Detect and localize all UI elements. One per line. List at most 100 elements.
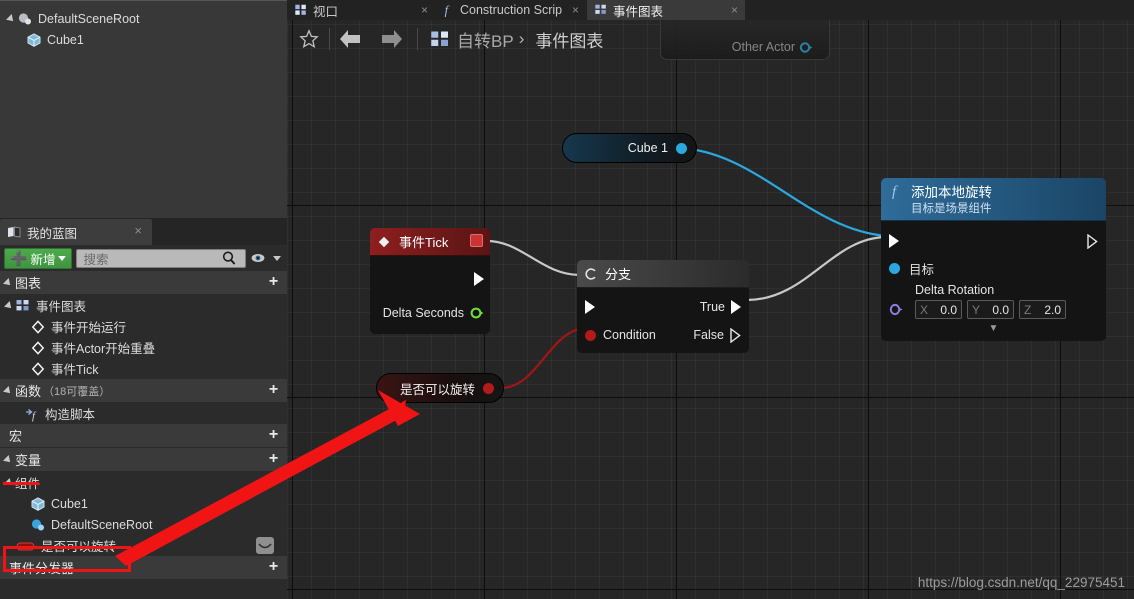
forward-arrow-icon[interactable] [375, 22, 409, 56]
exec-pin-icon[interactable] [730, 327, 741, 343]
function-icon: f [24, 406, 40, 422]
tab-label: Construction Scrip [460, 3, 563, 17]
axis-label: Y [972, 302, 981, 317]
rotator-pin-icon[interactable] [889, 302, 904, 317]
plus-icon: ➕ [10, 250, 28, 266]
pin-row-delta-seconds: Delta Seconds [370, 302, 490, 324]
my-blueprint-toolbar: ➕ 新增 搜索 [0, 245, 287, 271]
chevron-down-icon[interactable] [58, 255, 67, 261]
close-icon[interactable]: × [572, 3, 579, 17]
expand-triangle-icon[interactable] [3, 385, 13, 396]
section-header-functions[interactable]: 函数 （18可覆盖） + [0, 379, 287, 403]
add-event-dispatcher-button[interactable]: + [266, 559, 281, 575]
stop-button-icon[interactable] [470, 234, 483, 247]
pin-row-condition-false: Condition False [577, 324, 749, 346]
favorite-star-icon[interactable] [292, 22, 326, 56]
rotation-y-field[interactable]: Y 0.0 [967, 300, 1014, 319]
search-icon [221, 250, 237, 266]
tab-my-blueprint[interactable]: 我的蓝图 × [0, 219, 152, 245]
exec-pin-icon[interactable] [731, 300, 741, 314]
exec-pin-icon[interactable] [889, 234, 899, 248]
exec-pin-icon[interactable] [474, 272, 484, 286]
list-item-event-begin-play[interactable]: 事件开始运行 [0, 316, 287, 337]
node-body: 目标 Delta Rotation X 0.0 Y 0.0 Z 2.0 ▼ [881, 221, 1106, 341]
rotation-z-field[interactable]: Z 2.0 [1019, 300, 1066, 319]
tree-row[interactable]: Cube1 [0, 29, 287, 50]
section-header-graphs[interactable]: 图表 + [0, 271, 287, 295]
breadcrumb: 自转BP › 事件图表 [292, 22, 603, 56]
breadcrumb-graph-name[interactable]: 事件图表 [535, 27, 603, 52]
exec-pin-icon[interactable] [1087, 233, 1098, 249]
pin-row-exec [881, 230, 1106, 252]
add-macro-button[interactable]: + [266, 427, 281, 443]
pin-label-target: 目标 [909, 262, 935, 277]
node-event-tick[interactable]: 事件Tick Delta Seconds [370, 228, 490, 334]
cube-component-icon [30, 496, 46, 512]
object-pin-icon[interactable] [889, 262, 900, 274]
expand-triangle-icon[interactable] [4, 300, 14, 311]
visibility-filter-button[interactable] [250, 250, 284, 266]
pin-row-delta-rotation-label: Delta Rotation [881, 281, 1106, 299]
tab-viewport[interactable]: 视口 × [287, 0, 435, 20]
node-add-local-rotation[interactable]: f 添加本地旋转 目标是场景组件 目标 Delta Rotation X 0.0… [881, 178, 1106, 341]
divider [329, 28, 330, 50]
list-item-event-graph[interactable]: 事件图表 [0, 295, 287, 316]
tab-event-graph[interactable]: 事件图表 × [587, 0, 745, 20]
variable-getter-cube1[interactable]: Cube 1 [562, 133, 697, 163]
object-pin-icon[interactable] [799, 40, 814, 55]
close-icon[interactable]: × [731, 3, 738, 17]
pin-label-delta-rotation: Delta Rotation [915, 283, 995, 297]
visibility-eye-icon[interactable] [256, 537, 274, 554]
pin-row-target: 目标 [881, 257, 1106, 279]
node-header: f 添加本地旋转 目标是场景组件 [881, 178, 1106, 221]
scene-root-icon [30, 517, 46, 533]
expand-triangle-icon[interactable] [6, 13, 16, 24]
list-item-components-group[interactable]: 组件 [0, 472, 287, 493]
list-item-event-tick[interactable]: 事件Tick [0, 358, 287, 379]
add-variable-button[interactable]: + [266, 451, 281, 467]
add-new-label: 新增 [30, 252, 56, 267]
list-item-label: 事件开始运行 [51, 321, 127, 335]
variable-getter-label: 是否可以旋转 [399, 382, 475, 397]
add-new-button[interactable]: ➕ 新增 [4, 247, 73, 269]
close-icon[interactable]: × [134, 224, 142, 238]
list-item-variable-defaultsceneroot[interactable]: DefaultSceneRoot [0, 514, 287, 535]
add-graph-button[interactable]: + [266, 274, 281, 290]
object-pin-icon[interactable] [676, 142, 687, 154]
add-function-button[interactable]: + [266, 382, 281, 398]
svg-text:f: f [445, 3, 450, 17]
variable-getter-can-rotate[interactable]: 是否可以旋转 [376, 373, 504, 403]
list-item-event-actor-begin-overlap[interactable]: 事件Actor开始重叠 [0, 337, 287, 358]
section-header-macros[interactable]: 宏 + [0, 424, 287, 448]
annotation-underline [3, 482, 39, 485]
bool-pin-icon[interactable] [483, 382, 494, 394]
pin-label: Delta Seconds [382, 306, 464, 320]
search-input[interactable]: 搜索 [76, 248, 246, 268]
node-branch[interactable]: 分支 True Condition False [577, 260, 749, 353]
rotation-x-field[interactable]: X 0.0 [915, 300, 962, 319]
float-pin-icon[interactable] [470, 306, 484, 320]
tab-construction-script[interactable]: f Construction Scrip × [436, 0, 586, 20]
back-arrow-icon[interactable] [333, 22, 367, 56]
blueprint-book-icon [6, 224, 22, 240]
list-item-label: DefaultSceneRoot [51, 517, 153, 532]
event-graph-canvas[interactable]: Cube 1 事件Tick Delta Seconds 分支 True Cond… [287, 0, 1134, 599]
node-title: 添加本地旋转 [911, 185, 992, 200]
svg-text:f: f [892, 184, 898, 199]
list-item-variable-cube1[interactable]: Cube1 [0, 493, 287, 514]
branch-icon [584, 267, 598, 281]
expand-triangle-icon[interactable] [3, 277, 13, 288]
breadcrumb-blueprint-name[interactable]: 自转BP [457, 27, 514, 52]
list-item-construction-script[interactable]: f 构造脚本 [0, 403, 287, 424]
exec-pin-icon[interactable] [585, 300, 595, 314]
chevron-down-icon[interactable]: ▼ [881, 323, 1106, 334]
event-diamond-icon [377, 235, 391, 249]
annotation-highlight-box [3, 546, 131, 572]
section-header-variables[interactable]: 变量 + [0, 448, 287, 472]
axis-value: 0.0 [992, 302, 1009, 317]
close-icon[interactable]: × [421, 3, 428, 17]
bool-pin-icon[interactable] [585, 329, 596, 341]
tree-row[interactable]: DefaultSceneRoot [0, 8, 287, 29]
chevron-down-icon[interactable] [273, 255, 281, 261]
expand-triangle-icon[interactable] [3, 454, 13, 465]
